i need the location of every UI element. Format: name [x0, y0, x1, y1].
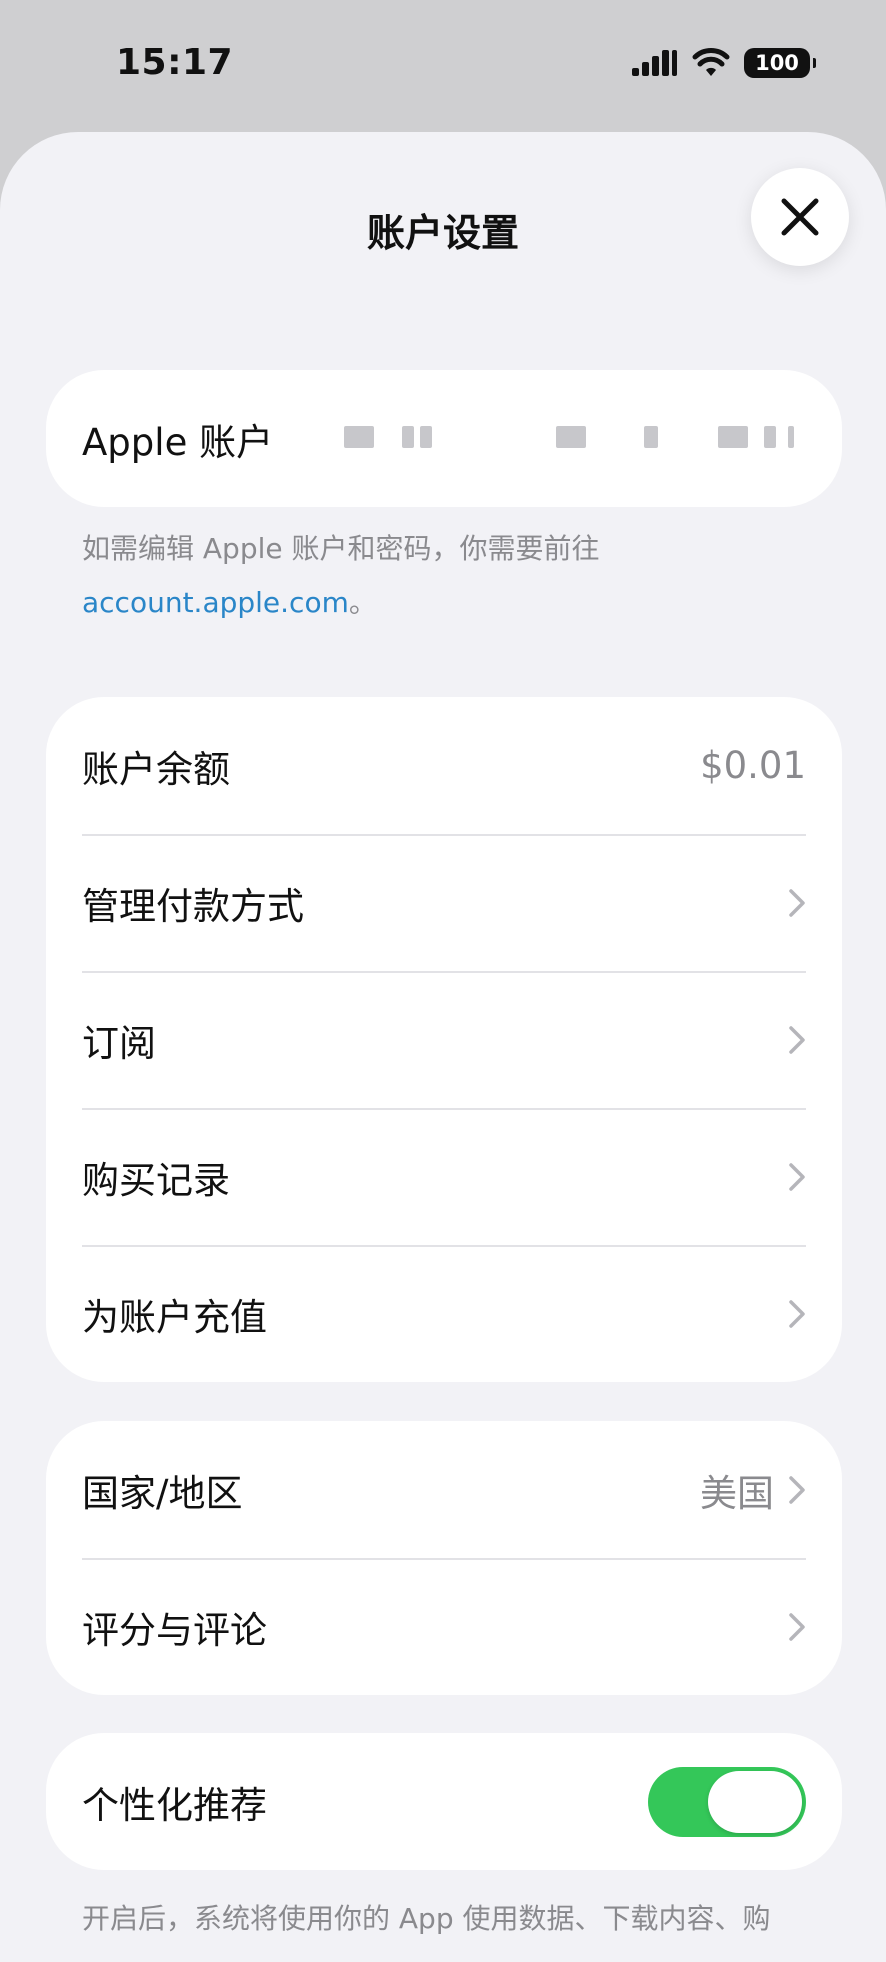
personalized-toggle[interactable]	[648, 1766, 806, 1837]
ratings-reviews-row[interactable]: 评分与评论	[46, 1558, 842, 1695]
manage-payment-row[interactable]: 管理付款方式	[46, 834, 842, 971]
wifi-icon	[692, 48, 730, 76]
account-balance-card: 账户余额 $0.01 管理付款方式 订阅 购买记录 为账户充值	[46, 697, 842, 1382]
personalized-note: 开启后，系统将使用你的 App 使用数据、下载内容、购	[82, 1892, 802, 1946]
country-region-label: 国家/地区	[82, 1471, 243, 1515]
subscriptions-label: 订阅	[82, 1021, 156, 1065]
status-time: 15:17	[116, 42, 234, 83]
country-region-row[interactable]: 国家/地区 美国	[46, 1421, 842, 1558]
subscriptions-row[interactable]: 订阅	[46, 971, 842, 1108]
personalized-label: 个性化推荐	[82, 1783, 267, 1827]
balance-value: $0.01	[700, 744, 806, 787]
personalized-note-text: 开启后，系统将使用你的 App 使用数据、下载内容、购	[82, 1902, 771, 1935]
chevron-right-icon	[789, 1025, 805, 1054]
chevron-right-icon	[789, 1162, 805, 1191]
personalized-row: 个性化推荐	[46, 1733, 842, 1870]
close-button[interactable]	[751, 168, 849, 266]
add-funds-row[interactable]: 为账户充值	[46, 1245, 842, 1382]
balance-label: 账户余额	[82, 747, 230, 791]
apple-account-note: 如需编辑 Apple 账户和密码，你需要前往 account.apple.com…	[82, 522, 802, 630]
battery-level: 100	[755, 51, 799, 75]
purchase-history-label: 购买记录	[82, 1158, 230, 1202]
region-card: 国家/地区 美国 评分与评论	[46, 1421, 842, 1695]
close-icon	[781, 198, 819, 236]
apple-account-card[interactable]: Apple 账户	[46, 370, 842, 507]
apple-note-text: 如需编辑 Apple 账户和密码，你需要前往	[82, 532, 600, 565]
chevron-right-icon	[789, 1475, 805, 1504]
ratings-reviews-label: 评分与评论	[82, 1608, 267, 1652]
add-funds-label: 为账户充值	[82, 1295, 267, 1339]
status-icons: 100	[632, 48, 816, 78]
manage-payment-label: 管理付款方式	[82, 884, 304, 928]
purchase-history-row[interactable]: 购买记录	[46, 1108, 842, 1245]
battery-icon: 100	[744, 48, 816, 78]
toggle-knob	[708, 1770, 802, 1833]
apple-account-link[interactable]: account.apple.com	[82, 586, 349, 619]
cellular-signal-icon	[632, 50, 677, 76]
apple-note-suffix: 。	[348, 586, 377, 619]
balance-row: 账户余额 $0.01	[46, 697, 842, 834]
chevron-right-icon	[789, 1299, 805, 1328]
status-bar: 15:17 100	[0, 0, 886, 130]
chevron-right-icon	[789, 1612, 805, 1641]
account-settings-sheet: 账户设置 Apple 账户 如需编辑 Apple 账户和密码，你需要前往 acc…	[0, 132, 886, 1962]
apple-account-label: Apple 账户	[82, 420, 274, 464]
chevron-right-icon	[789, 888, 805, 917]
country-region-value: 美国	[700, 1471, 774, 1515]
personalized-card: 个性化推荐	[46, 1733, 842, 1870]
